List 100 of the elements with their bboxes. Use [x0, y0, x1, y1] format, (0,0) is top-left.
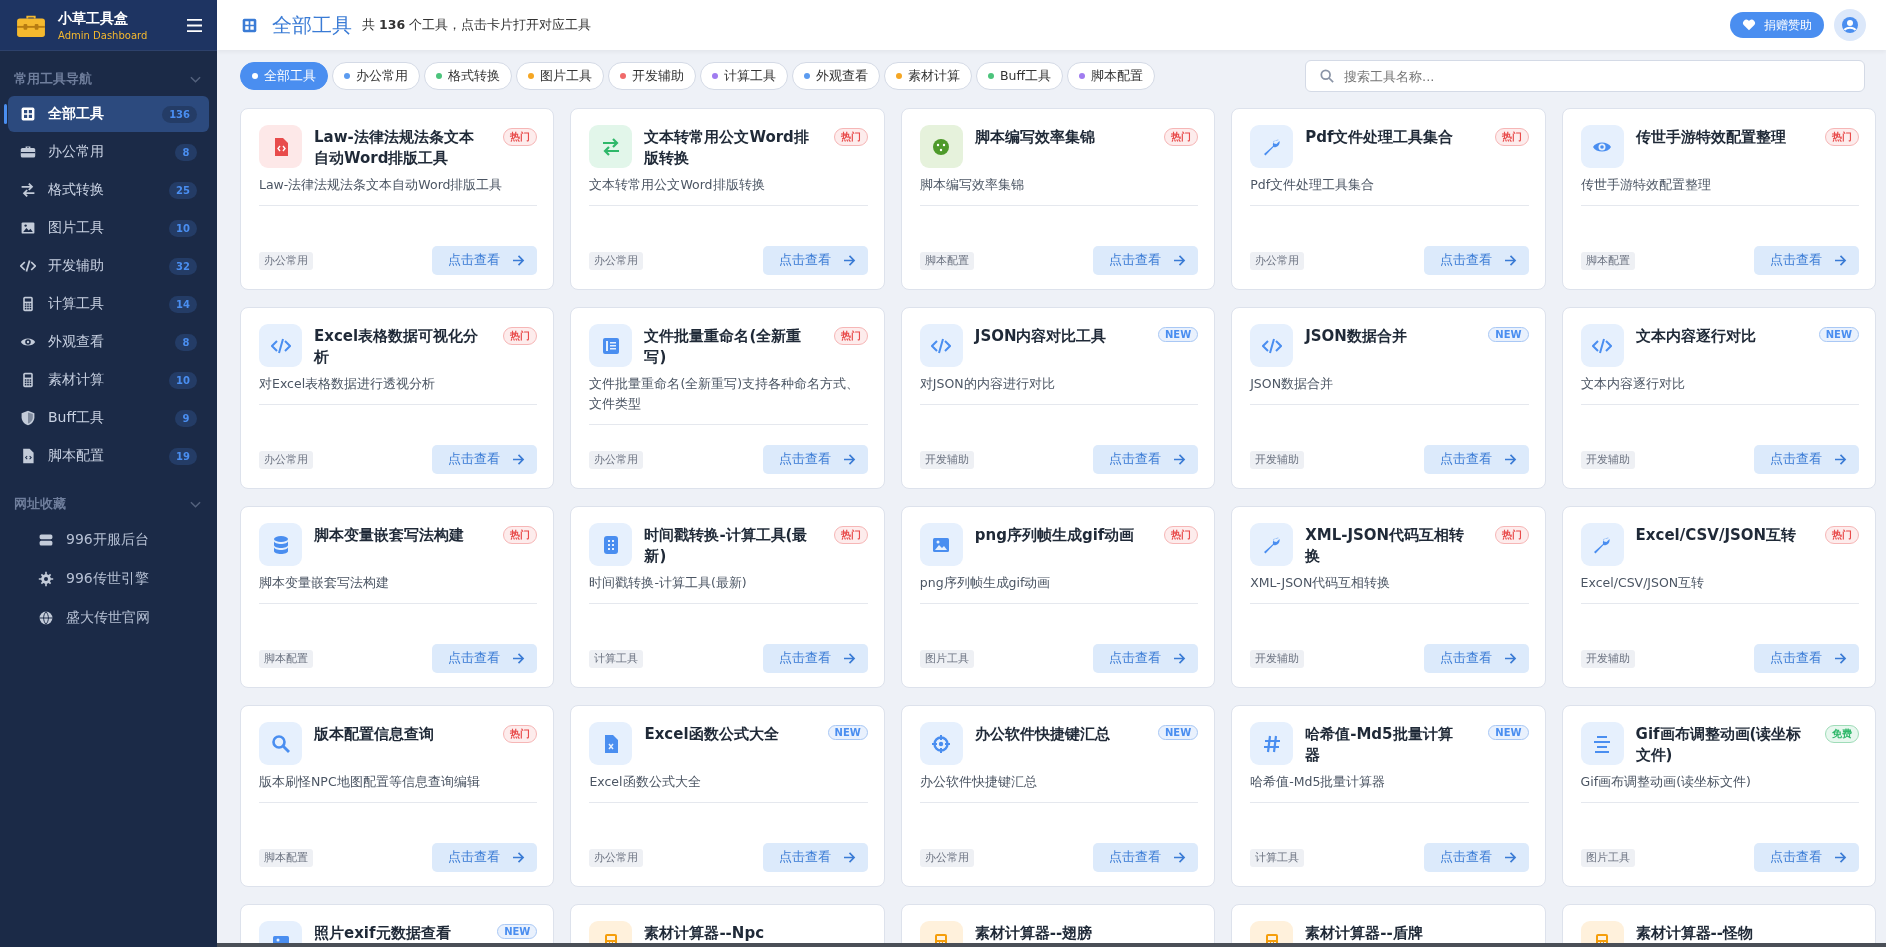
view-button[interactable]: 点击查看 [1754, 445, 1859, 474]
search-field[interactable]: 搜索工具名称... [1305, 60, 1865, 92]
sidebar-item[interactable]: 办公常用 8 [8, 134, 209, 170]
tool-card[interactable]: 文本内容逐行对比 NEW 文本内容逐行对比 开发辅助 点击查看 [1561, 307, 1876, 489]
tool-title: 素材计算器--盾牌 [1305, 923, 1424, 944]
tool-description: 时间戳转换-计算工具(最新) [589, 573, 868, 604]
sidebar-item[interactable]: 996开服后台 [8, 521, 209, 558]
tool-summary: 共 136 个工具，点击卡片打开对应工具 [362, 16, 592, 34]
menu-icon[interactable] [186, 17, 203, 33]
hash-icon [1250, 722, 1294, 765]
view-button[interactable]: 点击查看 [432, 644, 538, 673]
sidebar-item[interactable]: Buff工具 9 [8, 400, 209, 436]
filter-chip[interactable]: Buff工具 [976, 62, 1064, 90]
view-button[interactable]: 点击查看 [432, 843, 538, 872]
view-button[interactable]: 点击查看 [762, 445, 868, 474]
view-button[interactable]: 点击查看 [432, 445, 538, 474]
keypad-icon [589, 523, 633, 566]
arrow-icon [512, 852, 526, 863]
tool-card[interactable]: Gif画布调整动画(读坐标文件) 免费 Gif画布调整动画(读坐标文件) 图片工具 点击查看 [1561, 705, 1876, 887]
filter-chip[interactable]: 计算工具 [700, 62, 788, 90]
tool-title: JSON内容对比工具 [974, 326, 1108, 347]
hot-badge: 热门 [503, 128, 538, 146]
tool-card[interactable]: 传世手游特效配置整理 热门 传世手游特效配置整理 脚本配置 点击查看 [1561, 108, 1876, 290]
tool-card[interactable]: Pdf文件处理工具集合 热门 Pdf文件处理工具集合 办公常用 点击查看 [1231, 108, 1546, 290]
view-button[interactable]: 点击查看 [1093, 644, 1199, 673]
sidebar-item[interactable]: 盛大传世官网 [8, 599, 209, 636]
sidebar-item[interactable]: 脚本配置 19 [8, 438, 209, 474]
tool-description: 对Excel表格数据进行透视分析 [259, 374, 538, 405]
tool-description: 文本内容逐行对比 [1580, 374, 1859, 405]
view-button[interactable]: 点击查看 [1423, 445, 1529, 474]
category-tag: 脚本配置 [259, 649, 313, 668]
view-button[interactable]: 点击查看 [1423, 644, 1529, 673]
count-badge: 32 [169, 257, 197, 275]
category-tag: 计算工具 [1250, 848, 1305, 867]
sidebar-item[interactable]: 素材计算 10 [8, 362, 209, 398]
category-tag: 办公常用 [589, 450, 644, 469]
tool-card[interactable]: 脚本编写效率集锦 热门 脚本编写效率集锦 脚本配置 点击查看 [900, 108, 1216, 290]
tool-card[interactable]: Excel函数公式大全 NEW Excel函数公式大全 办公常用 点击查看 [570, 705, 885, 887]
sidebar-item[interactable]: 格式转换 25 [8, 172, 209, 208]
tool-card[interactable]: Law-法律法规法条文本自动Word排版工具 热门 Law-法律法规法条文本自动Word排版工具 办公常用 点击查看 [240, 108, 555, 290]
tool-title: 版本配置信息查询 [314, 724, 435, 745]
arrow-icon [1503, 454, 1517, 465]
view-button[interactable]: 点击查看 [762, 644, 868, 673]
category-tag: 办公常用 [259, 450, 313, 469]
scrollbar[interactable] [217, 943, 1886, 947]
tool-card[interactable]: 哈希值-Md5批量计算器 NEW 哈希值-Md5批量计算器 计算工具 点击查看 [1231, 705, 1546, 887]
filter-chip[interactable]: 素材计算 [884, 62, 972, 90]
tool-card[interactable]: 时间戳转换-计算工具(最新) 热门 时间戳转换-计算工具(最新) 计算工具 点击查看 [570, 506, 885, 688]
image-icon [20, 220, 36, 236]
filter-chip[interactable]: 格式转换 [424, 62, 512, 90]
tool-card[interactable]: 办公软件快捷键汇总 NEW 办公软件快捷键汇总 办公常用 点击查看 [900, 705, 1216, 887]
view-button[interactable]: 点击查看 [1754, 246, 1859, 275]
tool-title: 照片exif元数据查看 [314, 923, 452, 944]
category-tag: 脚本配置 [919, 251, 974, 270]
sidebar-item[interactable]: 996传世引擎 [8, 560, 209, 597]
view-button[interactable]: 点击查看 [1093, 843, 1199, 872]
hot-badge: 热门 [833, 526, 868, 544]
view-button[interactable]: 点击查看 [432, 246, 538, 275]
filter-chip[interactable]: 外观查看 [792, 62, 880, 90]
tool-card[interactable]: XML-JSON代码互相转换 热门 XML-JSON代码互相转换 开发辅助 点击查看 [1231, 506, 1546, 688]
tool-card[interactable]: Excel表格数据可视化分析 热门 对Excel表格数据进行透视分析 办公常用 点击查看 [240, 307, 555, 489]
view-button[interactable]: 点击查看 [1093, 445, 1199, 474]
view-button[interactable]: 点击查看 [1754, 644, 1859, 673]
hot-badge: 热门 [503, 526, 538, 544]
filter-chip[interactable]: 办公常用 [332, 62, 420, 90]
page-title: 全部工具 [272, 11, 352, 39]
filter-chip[interactable]: 脚本配置 [1067, 62, 1156, 90]
sidebar-item[interactable]: 外观查看 8 [8, 324, 209, 360]
code-icon [1250, 324, 1294, 367]
chevron-icon[interactable] [190, 75, 201, 84]
tool-card[interactable]: JSON数据合并 NEW JSON数据合并 开发辅助 点击查看 [1231, 307, 1546, 489]
chevron-icon[interactable] [190, 500, 201, 509]
swap-icon [20, 182, 36, 198]
tool-card[interactable]: Excel/CSV/JSON互转 热门 Excel/CSV/JSON互转 开发辅助 点击查看 [1561, 506, 1876, 688]
tool-card[interactable]: 版本配置信息查询 热门 版本刷怪NPC地图配置等信息查询编辑 脚本配置 点击查看 [240, 705, 555, 887]
view-button[interactable]: 点击查看 [1423, 843, 1529, 872]
tool-card[interactable]: 脚本变量嵌套写法构建 热门 脚本变量嵌套写法构建 脚本配置 点击查看 [240, 506, 555, 688]
tool-card[interactable]: JSON内容对比工具 NEW 对JSON的内容进行对比 开发辅助 点击查看 [900, 307, 1216, 489]
tool-card[interactable]: 文件批量重命名(全新重写) 热门 文件批量重命名(全新重写)支持各种命名方式、文件类型 办公常用 点击查看 [570, 307, 885, 489]
count-badge: 19 [169, 447, 197, 465]
hot-badge: 热门 [1494, 128, 1529, 146]
sidebar-item[interactable]: 计算工具 14 [8, 286, 209, 322]
tool-description: Law-法律法规法条文本自动Word排版工具 [259, 175, 538, 206]
view-button[interactable]: 点击查看 [1423, 246, 1529, 275]
view-button[interactable]: 点击查看 [762, 843, 868, 872]
filter-chip[interactable]: 图片工具 [516, 62, 604, 90]
user-avatar[interactable] [1834, 9, 1866, 41]
view-button[interactable]: 点击查看 [762, 246, 868, 275]
tool-title: 哈希值-Md5批量计算器 [1305, 724, 1454, 766]
view-button[interactable]: 点击查看 [1754, 843, 1859, 872]
briefcase-icon [20, 144, 36, 160]
filter-chip[interactable]: 开发辅助 [608, 62, 696, 90]
new-badge: NEW [1157, 725, 1199, 740]
count-badge: 14 [169, 295, 197, 313]
tool-card[interactable]: 文本转常用公文Word排版转换 热门 文本转常用公文Word排版转换 办公常用 点击查看 [570, 108, 885, 290]
view-button[interactable]: 点击查看 [1093, 246, 1199, 275]
sidebar-item[interactable]: 开发辅助 32 [8, 248, 209, 284]
sidebar-item[interactable]: 图片工具 10 [8, 210, 209, 246]
tool-description: 办公软件快捷键汇总 [919, 772, 1199, 803]
tool-card[interactable]: png序列帧生成gif动画 热门 png序列帧生成gif动画 图片工具 点击查看 [900, 506, 1216, 688]
